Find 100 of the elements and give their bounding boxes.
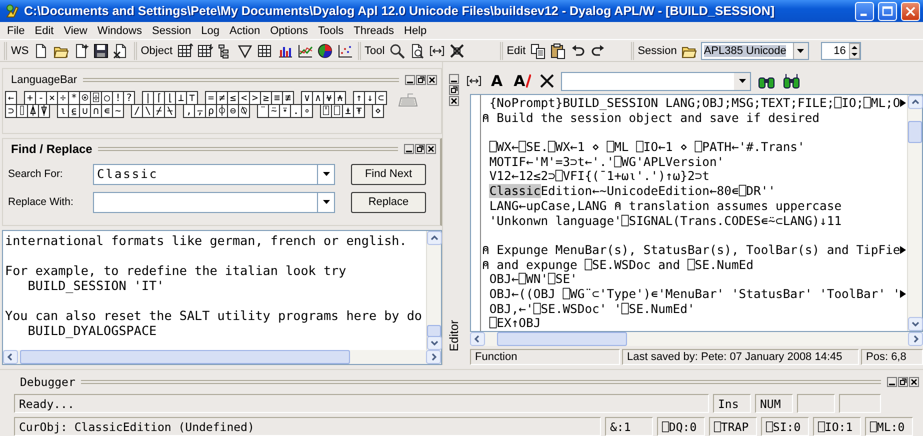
bold-a-button[interactable]: A xyxy=(489,74,505,88)
table-arrow-icon[interactable] xyxy=(176,42,193,58)
apl-key[interactable]: ⍉ xyxy=(238,104,250,118)
minimize-icon[interactable] xyxy=(405,75,415,85)
font-size-spinner[interactable]: 16 xyxy=(820,42,861,60)
apl-key[interactable]: ⍋ xyxy=(27,104,39,118)
apl-key[interactable]: ⍪ xyxy=(194,104,206,118)
close-icon[interactable] xyxy=(427,75,437,85)
apl-key[interactable]: ⍨ xyxy=(268,104,280,118)
apl-key[interactable]: ⊂ xyxy=(375,91,387,105)
scroll-thumb[interactable] xyxy=(20,350,350,364)
apl-key[interactable]: \ xyxy=(142,104,154,118)
scroll-down-icon[interactable] xyxy=(427,336,442,350)
table-arrow-icon[interactable] xyxy=(196,42,213,58)
apl-key[interactable]: ⍎ xyxy=(342,104,354,118)
struck-a-button[interactable]: A xyxy=(512,74,534,88)
scroll-right-icon[interactable] xyxy=(908,332,923,346)
scroll-down-icon[interactable] xyxy=(908,317,923,331)
delete-icon[interactable] xyxy=(540,74,554,88)
scroll-up-icon[interactable] xyxy=(908,95,923,109)
apl-key[interactable]: ⍒ xyxy=(38,104,50,118)
scroll-thumb[interactable] xyxy=(427,325,441,337)
apl-key[interactable]: ⍳ xyxy=(57,104,69,118)
restore-icon[interactable] xyxy=(416,75,426,85)
apl-key[interactable]: ⍕ xyxy=(353,104,365,118)
apl-key[interactable]: ∪ xyxy=(79,104,91,118)
scroll-thumb[interactable] xyxy=(908,121,922,143)
apl-key[interactable]: ⍣ xyxy=(279,104,291,118)
scroll-right-icon[interactable] xyxy=(426,350,441,364)
apl-key[interactable]: ⋄ xyxy=(372,104,384,118)
horizontal-scrollbar[interactable] xyxy=(470,332,923,346)
vertical-scrollbar[interactable] xyxy=(426,231,441,350)
scroll-up-icon[interactable] xyxy=(427,231,442,245)
apl-key[interactable]: ∩ xyxy=(90,104,102,118)
line-chart-icon[interactable] xyxy=(296,42,313,58)
apl-key[interactable]: ? xyxy=(123,91,135,105)
search-icon[interactable] xyxy=(388,42,405,58)
menu-item[interactable]: Tools xyxy=(312,24,349,36)
scroll-left-icon[interactable] xyxy=(470,332,485,346)
restore-icon[interactable] xyxy=(415,144,425,154)
apl-key[interactable]: ~ xyxy=(112,104,124,118)
spin-arrows-icon[interactable] xyxy=(848,42,860,58)
apl-key[interactable]: ⍷ xyxy=(68,104,80,118)
crossed-tool-icon[interactable] xyxy=(448,42,465,58)
menu-item[interactable]: Help xyxy=(399,24,432,36)
close-icon[interactable] xyxy=(909,377,919,387)
triangle-icon[interactable] xyxy=(236,42,253,58)
close-icon[interactable] xyxy=(426,144,436,154)
search-field[interactable]: Classic xyxy=(93,164,318,184)
editor-combo[interactable] xyxy=(561,72,752,90)
apl-key[interactable]: ⍲ xyxy=(334,91,346,105)
menu-item[interactable]: Threads xyxy=(348,24,400,36)
apl-key[interactable]: ⌽ xyxy=(216,104,228,118)
replace-button[interactable]: Replace xyxy=(351,192,426,212)
font-combo[interactable]: APL385 Unicode xyxy=(700,42,809,60)
menu-item[interactable]: Edit xyxy=(30,24,59,36)
menu-item[interactable]: Action xyxy=(224,24,266,36)
document-cross-icon[interactable] xyxy=(112,42,129,58)
minimize-icon[interactable] xyxy=(887,377,897,387)
copy-icon[interactable] xyxy=(530,42,546,58)
pie-chart-icon[interactable] xyxy=(316,42,333,58)
apl-key[interactable]: ← xyxy=(5,91,17,105)
apl-key[interactable]: ⊖ xyxy=(227,104,239,118)
restore-icon[interactable] xyxy=(898,377,908,387)
apl-key[interactable]: ⍞ xyxy=(320,104,332,118)
apl-key[interactable]: ⎕ xyxy=(331,104,343,118)
replace-field[interactable] xyxy=(93,192,318,212)
apl-key[interactable]: ⍀ xyxy=(164,104,176,118)
minimize-button[interactable] xyxy=(855,2,874,20)
undo-icon[interactable] xyxy=(570,42,586,58)
bracket-arrow-icon[interactable] xyxy=(466,73,482,89)
minimize-icon[interactable] xyxy=(448,74,458,84)
save-icon[interactable] xyxy=(92,42,109,58)
apl-key[interactable]: ⌷ xyxy=(16,104,28,118)
scroll-left-icon[interactable] xyxy=(3,350,18,364)
horizontal-scrollbar[interactable] xyxy=(3,350,441,364)
dropdown-button[interactable] xyxy=(318,192,335,212)
paste-icon[interactable] xyxy=(550,42,566,58)
apl-key[interactable]: ⊤ xyxy=(186,91,198,105)
apl-key[interactable]: ∘ xyxy=(301,104,313,118)
scatter-chart-icon[interactable] xyxy=(336,42,353,58)
apl-key[interactable]: ⊃ xyxy=(5,104,17,118)
apl-key[interactable]: . xyxy=(290,104,302,118)
apl-key[interactable]: , xyxy=(183,104,195,118)
maximize-button[interactable] xyxy=(878,2,897,20)
menu-item[interactable]: File xyxy=(2,24,30,36)
scroll-thumb[interactable] xyxy=(497,332,627,346)
close-icon[interactable] xyxy=(448,96,458,106)
menu-item[interactable]: Log xyxy=(196,24,224,36)
apl-key[interactable]: ⍴ xyxy=(205,104,217,118)
find-next-button[interactable]: Find Next xyxy=(351,164,426,184)
restore-icon[interactable] xyxy=(448,85,458,95)
menu-item[interactable]: Windows xyxy=(92,24,147,36)
apl-key[interactable]: ≢ xyxy=(282,91,294,105)
apl-key[interactable]: ∊ xyxy=(101,104,113,118)
menu-item[interactable]: Session xyxy=(146,24,196,36)
grid-icon[interactable] xyxy=(256,42,273,58)
binoculars-icon[interactable] xyxy=(783,73,802,89)
redo-icon[interactable] xyxy=(590,42,606,58)
vertical-scrollbar[interactable] xyxy=(907,95,922,331)
